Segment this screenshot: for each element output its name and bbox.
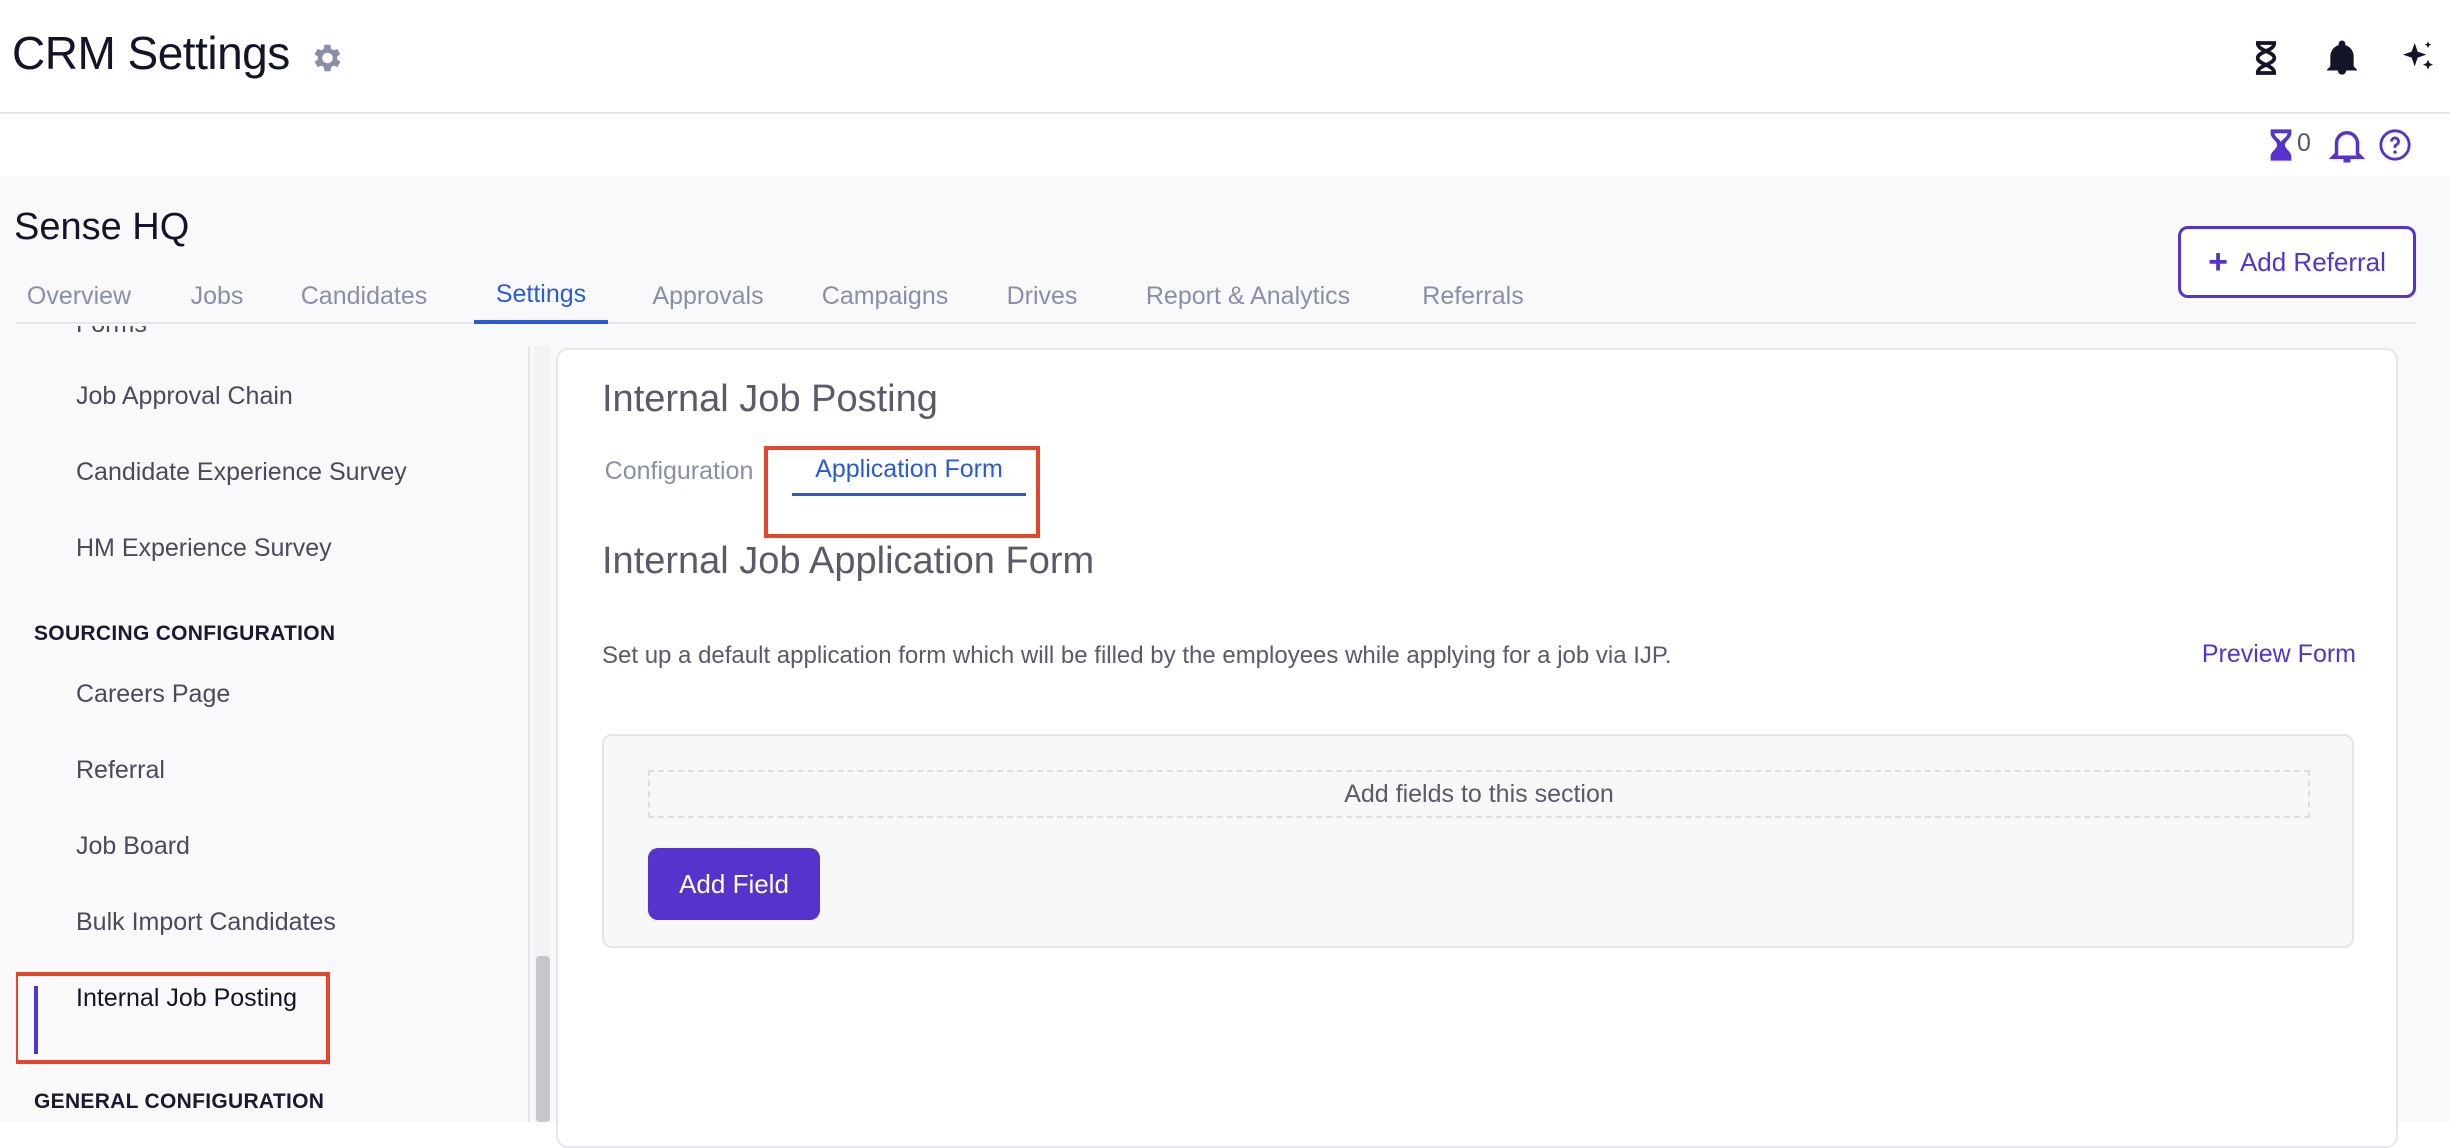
bell-icon[interactable] <box>2322 38 2362 78</box>
field-drop-zone[interactable]: Add fields to this section <box>648 770 2310 818</box>
utility-bar: 0 <box>0 116 2450 176</box>
sidebar-divider <box>528 346 530 1122</box>
tab-configuration[interactable]: Configuration <box>602 446 756 496</box>
sidebar-item-job-board[interactable]: Job Board <box>76 832 190 861</box>
tab-jobs[interactable]: Jobs <box>180 268 254 324</box>
sidebar-item-bulk-import-candidates[interactable]: Bulk Import Candidates <box>76 908 336 937</box>
sidebar-section-sourcing: SOURCING CONFIGURATION <box>34 622 336 645</box>
settings-sidebar: Forms Job Approval Chain Candidate Exper… <box>16 326 528 1122</box>
highlight-box-tab <box>764 446 1040 538</box>
sidebar-item-candidate-experience-survey[interactable]: Candidate Experience Survey <box>76 458 407 487</box>
org-name: Sense HQ <box>14 206 190 248</box>
preview-form-link[interactable]: Preview Form <box>2202 640 2356 669</box>
tab-referrals[interactable]: Referrals <box>1408 268 1538 324</box>
hourglass-icon[interactable] <box>2246 38 2286 78</box>
bell-icon[interactable] <box>2326 124 2368 166</box>
form-title: Internal Job Application Form <box>602 540 1095 582</box>
tab-candidates[interactable]: Candidates <box>294 268 434 324</box>
page-title: CRM Settings <box>12 27 290 79</box>
sparkle-icon[interactable] <box>2398 38 2438 78</box>
sidebar-scrollbar-thumb[interactable] <box>536 956 550 1122</box>
sidebar-item-job-approval-chain[interactable]: Job Approval Chain <box>76 382 293 411</box>
hourglass-icon[interactable] <box>2268 128 2294 162</box>
sidebar-item-hm-experience-survey[interactable]: HM Experience Survey <box>76 534 332 563</box>
gear-icon[interactable] <box>308 40 344 76</box>
sidebar-item-careers-page[interactable]: Careers Page <box>76 680 230 709</box>
tab-drives[interactable]: Drives <box>998 268 1086 324</box>
sidebar-section-general: GENERAL CONFIGURATION <box>34 1090 325 1113</box>
section-title: Internal Job Posting <box>602 378 938 420</box>
tab-campaigns[interactable]: Campaigns <box>810 268 960 324</box>
sidebar-item-referral[interactable]: Referral <box>76 756 165 785</box>
pending-count: 0 <box>2297 129 2311 157</box>
tab-overview[interactable]: Overview <box>20 268 138 324</box>
add-field-button[interactable]: Add Field <box>648 848 820 920</box>
form-description: Set up a default application form which … <box>602 642 1672 669</box>
main-nav-tabs: Overview Jobs Candidates Settings Approv… <box>16 268 2416 324</box>
form-section: Add fields to this section Add Field <box>602 734 2354 948</box>
app-header: CRM Settings <box>0 0 2450 114</box>
sidebar-item-forms[interactable]: Forms <box>76 326 147 339</box>
help-icon[interactable] <box>2378 128 2412 162</box>
highlight-box-sidebar <box>16 972 330 1064</box>
tab-report-analytics[interactable]: Report & Analytics <box>1124 268 1372 324</box>
tab-approvals[interactable]: Approvals <box>644 268 772 324</box>
tab-settings[interactable]: Settings <box>474 268 608 324</box>
content-card: Internal Job Posting Configuration Appli… <box>556 348 2398 1148</box>
